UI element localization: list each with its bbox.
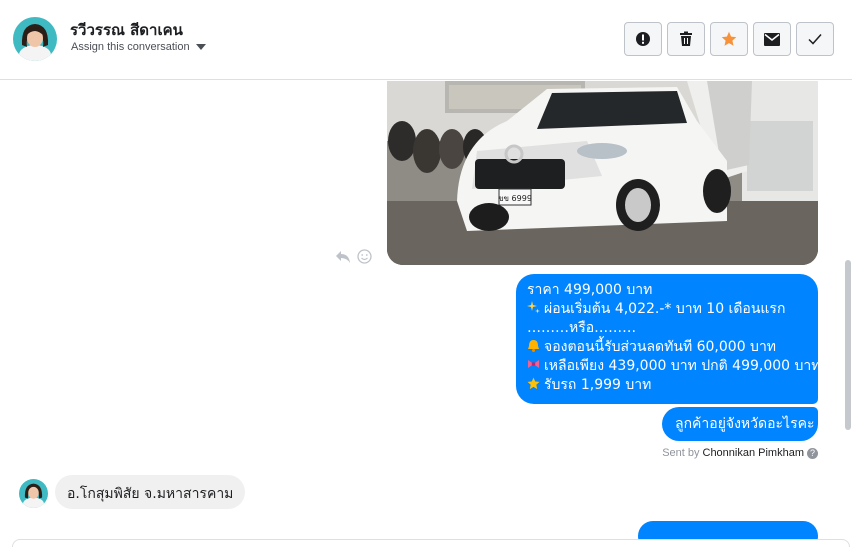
pickup-line: รับรถ 1,999 บาท xyxy=(527,376,808,395)
special-price-line: เหลือเพียง 439,000 บาท ปกติ 499,000 บาท xyxy=(527,357,821,376)
caret-down-icon xyxy=(195,44,206,50)
reply-message[interactable]: อ.โกสุมพิสัย จ.มหาสารคาม xyxy=(55,475,246,509)
envelope-icon xyxy=(764,32,780,46)
message-thread[interactable]: ขข 6999 ราคา 499,000 บาท ผ่อนเริ่มต้น 4,… xyxy=(0,81,852,539)
assign-label: Assign this conversation xyxy=(71,41,190,53)
assign-conversation-dropdown[interactable]: Assign this conversation xyxy=(71,41,206,53)
thread-scrollbar[interactable] xyxy=(845,260,851,430)
installment-line: ผ่อนเริ่มต้น 4,022.-* บาท 10 เดือนแรก xyxy=(527,300,808,319)
sender-name[interactable]: Chonnikan Pimkham xyxy=(703,447,805,459)
conversation-actions xyxy=(624,22,834,56)
sent-by-label: Sent by Chonnikan Pimkham ? xyxy=(662,447,818,459)
delete-button[interactable] xyxy=(667,22,705,56)
ribbon-icon xyxy=(528,360,539,368)
message-reactions xyxy=(335,249,372,264)
message-composer[interactable] xyxy=(12,539,850,547)
alert-button[interactable] xyxy=(624,22,662,56)
discount-line: จองตอนนี้รับส่วนลดทันที 60,000 บาท xyxy=(527,338,808,357)
price-line: ราคา 499,000 บาท xyxy=(527,282,653,298)
bell-icon xyxy=(528,340,539,352)
star-icon xyxy=(527,377,540,390)
price-message[interactable]: ราคา 499,000 บาท ผ่อนเริ่มต้น 4,022.-* บ… xyxy=(516,274,821,404)
trash-icon xyxy=(680,31,692,46)
or-line: ………หรือ……… xyxy=(527,320,637,336)
star-icon xyxy=(721,31,737,46)
svg-text:ขข 6999: ขข 6999 xyxy=(498,194,532,203)
truck-photo-attachment[interactable]: ขข 6999 xyxy=(387,81,818,265)
smiley-icon[interactable] xyxy=(357,249,372,264)
contact-avatar-small[interactable] xyxy=(19,479,48,508)
reply-icon[interactable] xyxy=(335,250,351,264)
exclamation-circle-icon xyxy=(636,32,650,46)
help-icon[interactable]: ? xyxy=(807,447,818,459)
email-button[interactable] xyxy=(753,22,791,56)
done-button[interactable] xyxy=(796,22,834,56)
contact-avatar[interactable] xyxy=(13,17,57,61)
partial-message[interactable] xyxy=(638,521,818,539)
checkmark-icon xyxy=(808,34,822,45)
conversation-header: รวีวรรณ สีดาเคน Assign this conversation xyxy=(0,0,852,80)
sparkles-icon xyxy=(527,301,540,314)
contact-name: รวีวรรณ สีดาเคน xyxy=(70,21,183,39)
star-button[interactable] xyxy=(710,22,748,56)
question-message[interactable]: ลูกค้าอยู่จังหวัดอะไรคะ xyxy=(662,407,818,441)
